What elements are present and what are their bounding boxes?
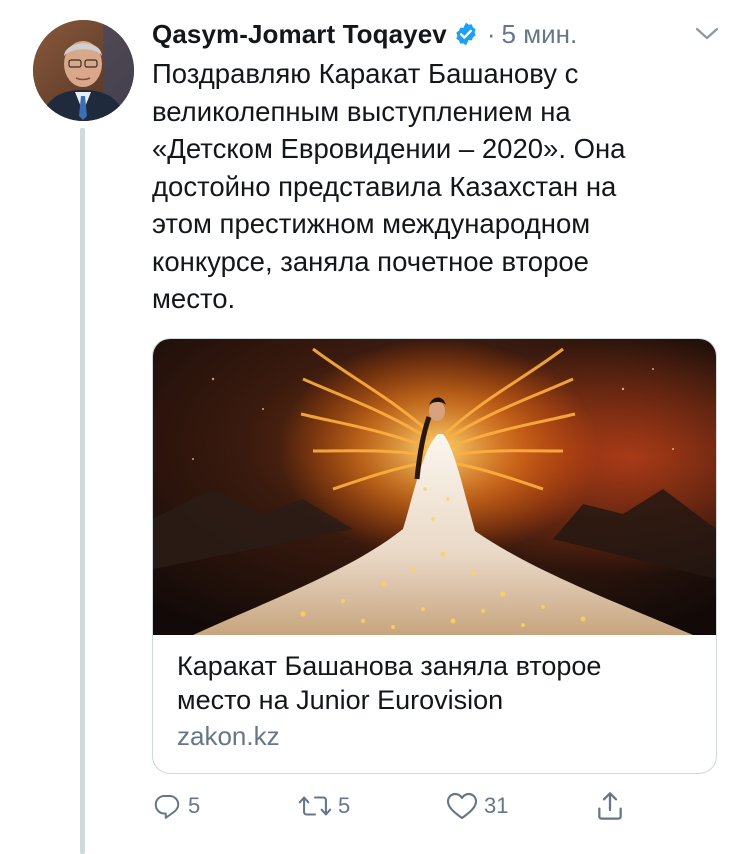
- avatar[interactable]: [33, 20, 134, 121]
- thread-line: [80, 128, 85, 854]
- like-button[interactable]: 31: [446, 784, 508, 828]
- tweet-header: Qasym-Jomart Toqayev · 5 мин.: [152, 14, 732, 54]
- tweet-text-line: Поздравляю Каракат Башанову с: [152, 58, 579, 89]
- tweet-text-line: место.: [152, 283, 236, 314]
- like-icon: [446, 792, 478, 820]
- tweet-text-line: великолепным выступлением на: [152, 95, 571, 127]
- retweet-icon: [298, 796, 332, 816]
- card-body: Каракат Башанова заняла второе место на …: [153, 635, 716, 753]
- card-title: Каракат Башанова заняла второе место на …: [177, 649, 692, 717]
- tweet-text-line: конкурсе, заняла почетное второе: [152, 245, 589, 277]
- share-button[interactable]: [594, 784, 626, 828]
- card-domain: zakon.kz: [177, 721, 280, 751]
- caret-down-icon[interactable]: [694, 24, 720, 44]
- link-card[interactable]: Каракат Башанова заняла второе место на …: [152, 338, 717, 774]
- retweet-button[interactable]: 5: [298, 784, 350, 828]
- tweet-text-line: достойно представила Казахстан на: [152, 170, 617, 202]
- card-image: [153, 339, 716, 635]
- card-title-line: Каракат Башанова заняла второе: [177, 651, 602, 681]
- tweet-text-line: «Детском Евровидении – 2020». Она: [152, 133, 626, 164]
- tweet-actions: 5 5 31: [152, 784, 652, 828]
- reply-button[interactable]: 5: [152, 784, 200, 828]
- reply-icon: [154, 795, 180, 819]
- avatar-image: [33, 20, 134, 121]
- separator-dot: ·: [486, 18, 496, 49]
- tweet-timestamp[interactable]: 5 мин.: [502, 19, 578, 50]
- reply-count: 5: [188, 793, 201, 818]
- verified-badge-icon: [456, 22, 476, 46]
- share-icon: [598, 792, 622, 820]
- like-count: 31: [484, 793, 509, 818]
- card-title-line: место на Junior Eurovision: [177, 685, 504, 715]
- retweet-count: 5: [338, 793, 351, 818]
- tweet-text-line: этом престижном международном: [152, 208, 591, 239]
- tweet-text: Поздравляю Каракат Башанову с великолепн…: [152, 54, 712, 318]
- display-name[interactable]: Qasym-Jomart Toqayev: [152, 19, 447, 50]
- tweet-content: Qasym-Jomart Toqayev · 5 мин. Поздравляю…: [152, 14, 732, 318]
